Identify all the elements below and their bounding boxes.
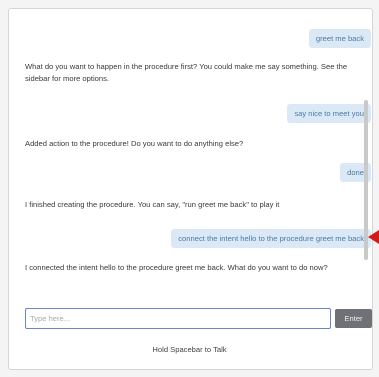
pointer-marker-icon: [368, 230, 379, 244]
message-input[interactable]: [25, 308, 331, 329]
user-message: greet me back: [308, 29, 371, 48]
bot-message: Added action to the procedure! Do you wa…: [25, 139, 244, 148]
input-row: Enter: [25, 308, 374, 329]
enter-button[interactable]: Enter: [335, 309, 372, 328]
user-message: connect the intent hello to the procedur…: [171, 229, 371, 248]
hold-spacebar-hint: Hold Spacebar to Talk: [152, 345, 227, 354]
bot-message: What do you want to happen in the proced…: [25, 62, 348, 83]
bot-message: I finished creating the procedure. You c…: [25, 200, 280, 209]
bot-message: I connected the intent hello to the proc…: [25, 263, 328, 272]
chat-log: greet me back What do you want to happen…: [0, 0, 379, 298]
user-message: say nice to meet you: [287, 104, 371, 123]
